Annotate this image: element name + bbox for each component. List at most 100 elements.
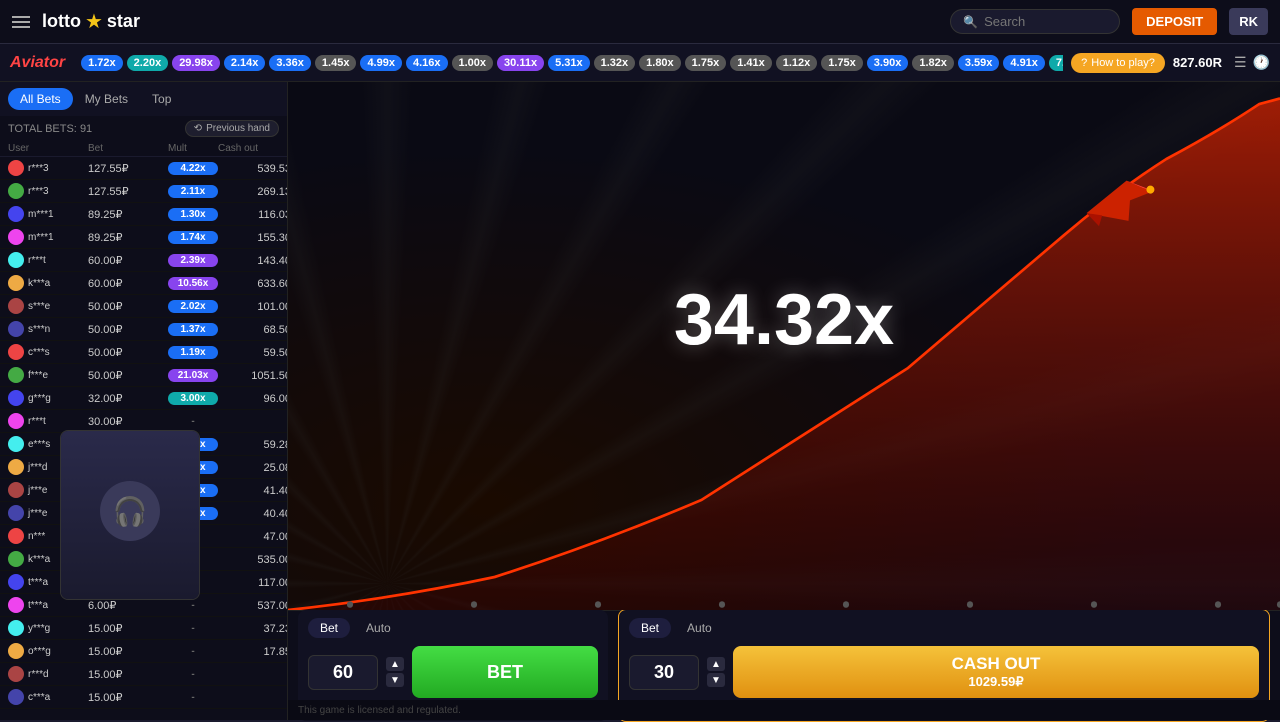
multiplier-pill[interactable]: 7.76x: [1049, 55, 1063, 71]
mult-badge: 3.00x: [168, 392, 218, 405]
deposit-button[interactable]: DEPOSIT: [1132, 8, 1217, 35]
mult-badge: 1.19x: [168, 346, 218, 359]
table-row: c***a 15.00₽ - -: [0, 686, 287, 709]
tab-all-bets[interactable]: All Bets: [8, 88, 73, 110]
panel-1-bet-tab[interactable]: Bet: [308, 618, 350, 638]
header: lotto ★ star 🔍 DEPOSIT RK: [0, 0, 1280, 44]
game-canvas: 34.32x: [288, 82, 1280, 610]
bets-table-header: User Bet Mult Cash out: [0, 141, 287, 157]
clock-icon[interactable]: 🕐: [1253, 54, 1270, 71]
user-cell: r***t: [8, 413, 88, 429]
multiplier-pill[interactable]: 1.45x: [315, 55, 357, 71]
user-cell: r***3: [8, 160, 88, 176]
table-row: c***s 50.00₽ 1.19x 59.50₽: [0, 341, 287, 364]
multiplier-pill[interactable]: 5.31x: [548, 55, 590, 71]
mult-badge: -: [168, 622, 218, 635]
list-icon[interactable]: ☰: [1234, 54, 1247, 71]
multiplier-pill[interactable]: 3.36x: [269, 55, 311, 71]
main-layout: All Bets My Bets Top TOTAL BETS: 91 ⟲ Pr…: [0, 82, 1280, 720]
search-bar[interactable]: 🔍: [950, 9, 1120, 34]
sub-header: Aviator 1.72x2.20x29.98x2.14x3.36x1.45x4…: [0, 44, 1280, 82]
bet-amount-cell: 60.00₽: [88, 277, 168, 290]
bet-increase-2[interactable]: ▲: [707, 657, 725, 671]
mult-badge: -: [168, 668, 218, 681]
multiplier-pill[interactable]: 1.80x: [639, 55, 681, 71]
user-cell: o***g: [8, 643, 88, 659]
bet-adj-1: ▲ ▼: [386, 657, 404, 687]
multiplier-pill[interactable]: 4.91x: [1003, 55, 1045, 71]
history-icon: ⟲: [194, 123, 202, 134]
panel-1-auto-tab[interactable]: Auto: [354, 618, 403, 638]
table-row: r***3 127.55₽ 2.11x 269.13₽: [0, 180, 287, 203]
multiplier-pill[interactable]: 3.59x: [958, 55, 1000, 71]
table-row: f***e 50.00₽ 21.03x 1051.50₽: [0, 364, 287, 387]
bet-decrease-2[interactable]: ▼: [707, 673, 725, 687]
cashout-amount: 1029.59₽: [968, 674, 1023, 690]
bet-amount-cell: 127.55₽: [88, 185, 168, 198]
multiplier-pill[interactable]: 1.72x: [81, 55, 123, 71]
balance-display: 827.60R: [1173, 55, 1222, 70]
multiplier-pill[interactable]: 1.75x: [821, 55, 863, 71]
multiplier-pill[interactable]: 4.16x: [406, 55, 448, 71]
bet-adj-2: ▲ ▼: [707, 657, 725, 687]
prev-hand-button[interactable]: ⟲ Previous hand: [185, 120, 279, 137]
bet-input-row-2: 30 ▲ ▼ CASH OUT 1029.59₽: [629, 646, 1259, 698]
cashout-cell: 117.00₽: [218, 576, 287, 589]
user-cell: r***3: [8, 183, 88, 199]
user-cell: c***s: [8, 344, 88, 360]
logo-text2: star: [107, 11, 140, 32]
multiplier-pill[interactable]: 1.32x: [594, 55, 636, 71]
mult-badge: 10.56x: [168, 277, 218, 290]
search-input[interactable]: [984, 14, 1104, 29]
multiplier-pill[interactable]: 4.99x: [360, 55, 402, 71]
multiplier-pill[interactable]: 2.20x: [127, 55, 169, 71]
multiplier-pill[interactable]: 1.82x: [912, 55, 954, 71]
multiplier-pill[interactable]: 2.14x: [224, 55, 266, 71]
multiplier-pill[interactable]: 1.12x: [776, 55, 818, 71]
multiplier-pill[interactable]: 1.75x: [685, 55, 727, 71]
multiplier-pill[interactable]: 1.41x: [730, 55, 772, 71]
table-row: k***a 60.00₽ 10.56x 633.60₽: [0, 272, 287, 295]
how-to-play-button[interactable]: ? How to play?: [1071, 53, 1165, 73]
mult-badge: -: [168, 415, 218, 428]
table-row: r***3 127.55₽ 4.22x 539.53₽: [0, 157, 287, 180]
cashout-cell: 59.28₽: [218, 438, 287, 451]
cashout-cell: 155.30₽: [218, 231, 287, 244]
panel-2-auto-tab[interactable]: Auto: [675, 618, 724, 638]
bet-amount-cell: 30.00₽: [88, 415, 168, 428]
mult-badge: 2.02x: [168, 300, 218, 313]
logo: lotto ★ star: [42, 9, 140, 34]
hamburger-menu[interactable]: [12, 16, 30, 28]
tab-top[interactable]: Top: [140, 88, 183, 110]
user-cell: m***1: [8, 229, 88, 245]
panel-2-bet-tab[interactable]: Bet: [629, 618, 671, 638]
bet-decrease-1[interactable]: ▼: [386, 673, 404, 687]
panel-2-tabs: Bet Auto: [629, 618, 1259, 638]
user-cell: k***a: [8, 275, 88, 291]
cashout-cell: 47.00₽: [218, 530, 287, 543]
mult-badge: -: [168, 645, 218, 658]
webcam-overlay: 🎧: [60, 430, 200, 600]
bet-button[interactable]: BET: [412, 646, 598, 698]
bet-increase-1[interactable]: ▲: [386, 657, 404, 671]
cashout-cell: 96.00₽: [218, 392, 287, 405]
mult-badge: 4.22x: [168, 162, 218, 175]
multiplier-pill[interactable]: 30.11x: [497, 55, 544, 71]
cashout-button[interactable]: CASH OUT 1029.59₽: [733, 646, 1259, 698]
multiplier-pill[interactable]: 3.90x: [867, 55, 909, 71]
bet-amount-cell: 15.00₽: [88, 622, 168, 635]
multiplier-pill[interactable]: 1.00x: [452, 55, 494, 71]
tab-my-bets[interactable]: My Bets: [73, 88, 140, 110]
mult-badge: -: [168, 691, 218, 704]
cashout-cell: 539.53₽: [218, 162, 287, 175]
multiplier-pill[interactable]: 29.98x: [172, 55, 220, 71]
bet-amount-cell: 50.00₽: [88, 346, 168, 359]
avatar-button[interactable]: RK: [1229, 8, 1268, 35]
cashout-cell: 59.50₽: [218, 346, 287, 359]
question-icon: ?: [1081, 57, 1087, 69]
mult-badge: 1.37x: [168, 323, 218, 336]
cashout-cell: 535.00₽: [218, 553, 287, 566]
cashout-label: CASH OUT: [952, 654, 1041, 674]
cashout-cell: 101.00₽: [218, 300, 287, 313]
bets-tabs: All Bets My Bets Top: [0, 82, 287, 116]
